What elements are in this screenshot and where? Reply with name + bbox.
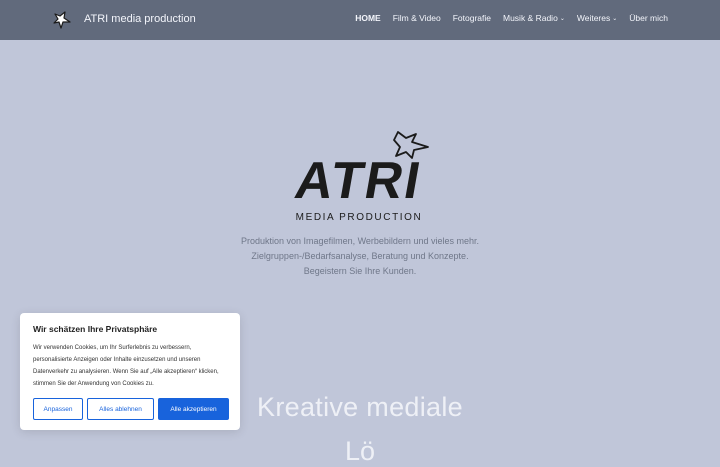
chevron-down-icon: ⌄ — [559, 16, 565, 22]
nav-item-label: Über mich — [629, 13, 668, 23]
tagline-line: Produktion von Imagefilmen, Werbebildern… — [241, 236, 479, 246]
tagline-line: Zielgruppen-/Bedarfsanalyse, Beratung un… — [251, 251, 469, 261]
nav-item-label: Film & Video — [392, 13, 441, 23]
hero-logo: ATRI MEDIA PRODUCTION — [292, 128, 432, 228]
accept-all-button[interactable]: Alle akzeptieren — [158, 398, 229, 420]
nav-item-weiteres[interactable]: Weiteres ⌄ — [577, 13, 617, 23]
nav-item-home[interactable]: HOME — [355, 13, 381, 23]
hero-heading: Kreative mediale — [257, 392, 463, 422]
nav-item-film-video[interactable]: Film & Video — [393, 13, 441, 23]
brand-logo-link[interactable] — [52, 10, 72, 30]
cookie-title: Wir schätzen Ihre Privatsphäre — [33, 324, 158, 334]
cookie-description: Wir verwenden Cookies, um Ihr Surferlebn… — [33, 345, 219, 387]
nav-item-label: Musik & Radio — [503, 13, 558, 23]
brand-name[interactable]: ATRI media production — [84, 13, 196, 25]
cookie-buttons: Anpassen Alles ablehnen Alle akzeptieren — [33, 398, 229, 420]
nav-item-label: HOME — [355, 13, 381, 23]
nav-item-fotografie[interactable]: Fotografie — [453, 13, 491, 23]
nav-item-ueber-mich[interactable]: Über mich — [629, 13, 668, 23]
main-nav: HOME Film & Video Fotografie Musik & Rad… — [355, 13, 668, 23]
top-navigation-bar: ATRI media production HOME Film & Video … — [0, 0, 720, 40]
hero-tagline: Produktion von Imagefilmen, Werbebildern… — [180, 234, 540, 279]
nav-item-label: Fotografie — [452, 13, 491, 23]
star-burst-icon — [52, 10, 72, 30]
hero-heading-continued: Lö — [344, 436, 376, 466]
nav-item-label: Weiteres — [576, 13, 611, 23]
reject-all-button[interactable]: Alles ablehnen — [87, 398, 154, 420]
logo-subtext: MEDIA PRODUCTION — [296, 212, 423, 223]
chevron-down-icon: ⌄ — [612, 16, 618, 22]
customize-button[interactable]: Anpassen — [33, 398, 83, 420]
nav-item-musik-radio[interactable]: Musik & Radio ⌄ — [503, 13, 565, 23]
logo-wordmark: ATRI — [292, 152, 426, 210]
tagline-line: Begeistern Sie Ihre Kunden. — [303, 266, 417, 276]
cookie-consent-banner: Wir schätzen Ihre Privatsphäre Wir verwe… — [20, 313, 240, 430]
